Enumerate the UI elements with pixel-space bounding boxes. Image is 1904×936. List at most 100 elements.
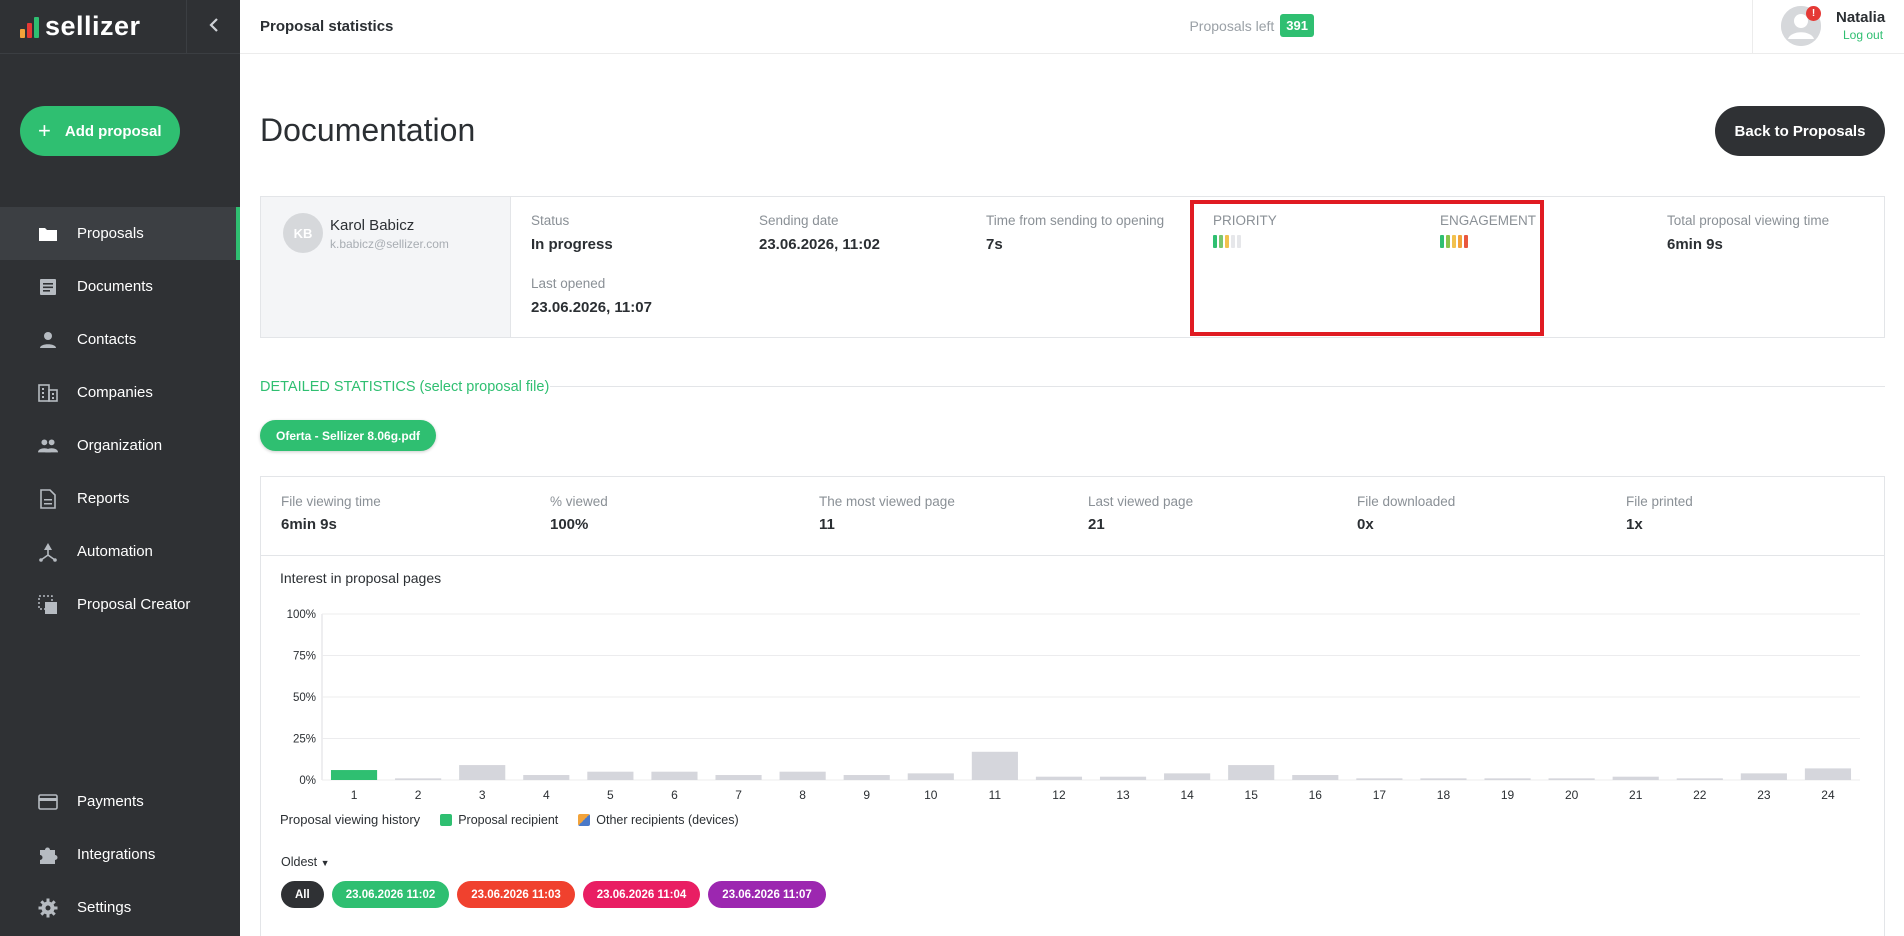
report-icon bbox=[38, 488, 58, 509]
recipient-contact: KB Karol Babicz k.babicz@sellizer.com bbox=[261, 197, 511, 337]
sidebar-item-label: Integrations bbox=[77, 846, 156, 863]
proposals-left-label: Proposals left bbox=[1189, 17, 1275, 34]
x-tick-label: 19 bbox=[1501, 788, 1515, 802]
time-to-open-stat: Time from sending to opening 7s bbox=[986, 213, 1164, 253]
highlight-box bbox=[1190, 200, 1544, 336]
bar bbox=[1420, 778, 1467, 780]
sidebar-item-contacts[interactable]: Contacts bbox=[0, 313, 240, 366]
legend-other-label: Other recipients (devices) bbox=[596, 812, 739, 827]
proposal-summary-card: KB Karol Babicz k.babicz@sellizer.com St… bbox=[260, 196, 1885, 338]
status-label: Status bbox=[531, 213, 570, 228]
sort-oldest-toggle[interactable]: Oldest ▼ bbox=[281, 855, 330, 869]
collapse-sidebar-button[interactable] bbox=[187, 0, 240, 54]
y-tick-label: 100% bbox=[287, 609, 316, 621]
sidebar-item-label: Payments bbox=[77, 793, 144, 810]
sidebar-item-label: Reports bbox=[77, 490, 130, 507]
plus-icon: + bbox=[38, 118, 51, 143]
sidebar-item-proposals[interactable]: Proposals bbox=[0, 207, 240, 260]
recipient-email: k.babicz@sellizer.com bbox=[330, 237, 449, 251]
time-to-open-label: Time from sending to opening bbox=[986, 213, 1165, 228]
sidebar-item-organization[interactable]: Organization bbox=[0, 419, 240, 472]
sidebar-item-reports[interactable]: Reports bbox=[0, 472, 240, 525]
history-label: Proposal viewing history bbox=[280, 812, 421, 827]
sidebar-item-payments[interactable]: Payments bbox=[0, 775, 240, 828]
bar bbox=[1164, 773, 1211, 780]
proposals-left: Proposals left 391 bbox=[1189, 14, 1314, 37]
sidebar-item-label: Settings bbox=[77, 899, 132, 916]
x-tick-label: 22 bbox=[1693, 788, 1707, 802]
chart-legend: Proposal viewing history Proposal recipi… bbox=[280, 812, 739, 827]
x-tick-label: 20 bbox=[1565, 788, 1579, 802]
sidebar-item-settings[interactable]: Settings bbox=[0, 881, 240, 934]
file-downloaded-stat: File downloaded 0x bbox=[1357, 494, 1455, 533]
folder-icon bbox=[38, 224, 58, 244]
session-chip[interactable]: 23.06.2026 11:03 bbox=[457, 881, 575, 908]
sidebar-item-label: Proposals bbox=[77, 225, 144, 242]
bar bbox=[459, 765, 506, 780]
sort-label: Oldest bbox=[281, 855, 318, 869]
top-bar: Proposal statistics Proposals left 391 bbox=[240, 0, 1904, 54]
page-crumb: Proposal statistics bbox=[260, 18, 394, 35]
sidebar-bottom-nav: Payments Integrations Settings bbox=[0, 775, 240, 934]
bar bbox=[779, 771, 826, 780]
percent-viewed-stat: % viewed 100% bbox=[550, 494, 608, 533]
gear-icon bbox=[38, 898, 58, 918]
creator-icon bbox=[38, 594, 58, 615]
x-tick-label: 8 bbox=[799, 788, 806, 802]
session-chip[interactable]: 23.06.2026 11:04 bbox=[582, 881, 701, 908]
bar bbox=[1099, 776, 1147, 780]
people-icon bbox=[38, 436, 58, 456]
bar bbox=[1804, 768, 1852, 780]
session-chip[interactable]: 23.06.2026 11:02 bbox=[331, 881, 450, 908]
sidebar-header: sellizer bbox=[0, 0, 240, 54]
automation-icon bbox=[38, 542, 58, 562]
logout-link[interactable]: Log out bbox=[1843, 28, 1883, 42]
x-tick-label: 23 bbox=[1757, 788, 1771, 802]
x-tick-label: 1 bbox=[351, 788, 358, 802]
sidebar-item-proposal-creator[interactable]: Proposal Creator bbox=[0, 578, 240, 631]
alert-badge: ! bbox=[1806, 6, 1821, 21]
sending-date-label: Sending date bbox=[759, 213, 839, 228]
sidebar-item-documents[interactable]: Documents bbox=[0, 260, 240, 313]
user-divider bbox=[1752, 0, 1753, 54]
total-viewing-time-stat: Total proposal viewing time 6min 9s bbox=[1667, 213, 1829, 253]
stat-label: The most viewed page bbox=[819, 494, 955, 509]
page-interest-chart: 0%25%50%75%100%1 2 3 4 5 6 7 8 9 10 11 12 13 14 15 16 17… bbox=[287, 609, 1860, 802]
last-viewed-page-stat: Last viewed page 21 bbox=[1088, 494, 1193, 533]
x-tick-label: 10 bbox=[924, 788, 938, 802]
back-to-proposals-button[interactable]: Back to Proposals bbox=[1715, 106, 1885, 156]
sidebar-item-companies[interactable]: Companies bbox=[0, 366, 240, 419]
session-chip-all[interactable]: All bbox=[281, 881, 324, 908]
bar bbox=[715, 775, 762, 780]
session-chip[interactable]: 23.06.2026 11:07 bbox=[708, 881, 826, 908]
x-tick-label: 15 bbox=[1245, 788, 1259, 802]
chevron-left-icon bbox=[208, 16, 219, 37]
last-opened-label: Last opened bbox=[531, 276, 606, 291]
total-viewing-time-label: Total proposal viewing time bbox=[1667, 213, 1830, 228]
x-tick-label: 13 bbox=[1116, 788, 1130, 802]
sidebar-item-label: Contacts bbox=[77, 331, 137, 348]
sidebar-item-integrations[interactable]: Integrations bbox=[0, 828, 240, 881]
app-logo[interactable]: sellizer bbox=[0, 0, 187, 54]
file-printed-stat: File printed 1x bbox=[1626, 494, 1693, 533]
x-tick-label: 5 bbox=[607, 788, 614, 802]
legend-other: Other recipients (devices) bbox=[578, 812, 739, 827]
puzzle-icon bbox=[38, 845, 58, 865]
add-proposal-button[interactable]: + Add proposal bbox=[20, 106, 180, 156]
bar bbox=[395, 778, 442, 780]
sidebar-item-automation[interactable]: Automation bbox=[0, 525, 240, 578]
recipient-swatch bbox=[440, 813, 453, 826]
recipient-avatar: KB bbox=[283, 213, 323, 253]
bar bbox=[1740, 773, 1787, 780]
file-chip[interactable]: Oferta - Sellizer 8.06g.pdf bbox=[260, 420, 437, 451]
logo-bars-icon bbox=[20, 16, 39, 38]
session-chips: All 23.06.2026 11:02 23.06.2026 11:03 23… bbox=[281, 881, 826, 908]
bar bbox=[651, 771, 698, 780]
sending-date-stat: Sending date 23.06.2026, 11:02 bbox=[759, 213, 880, 253]
stat-label: File viewing time bbox=[281, 494, 381, 509]
x-tick-label: 17 bbox=[1373, 788, 1387, 802]
bar bbox=[1484, 778, 1531, 780]
add-proposal-label: Add proposal bbox=[64, 122, 162, 140]
last-opened-stat: Last opened 23.06.2026, 11:07 bbox=[531, 276, 652, 316]
x-tick-label: 16 bbox=[1309, 788, 1323, 802]
